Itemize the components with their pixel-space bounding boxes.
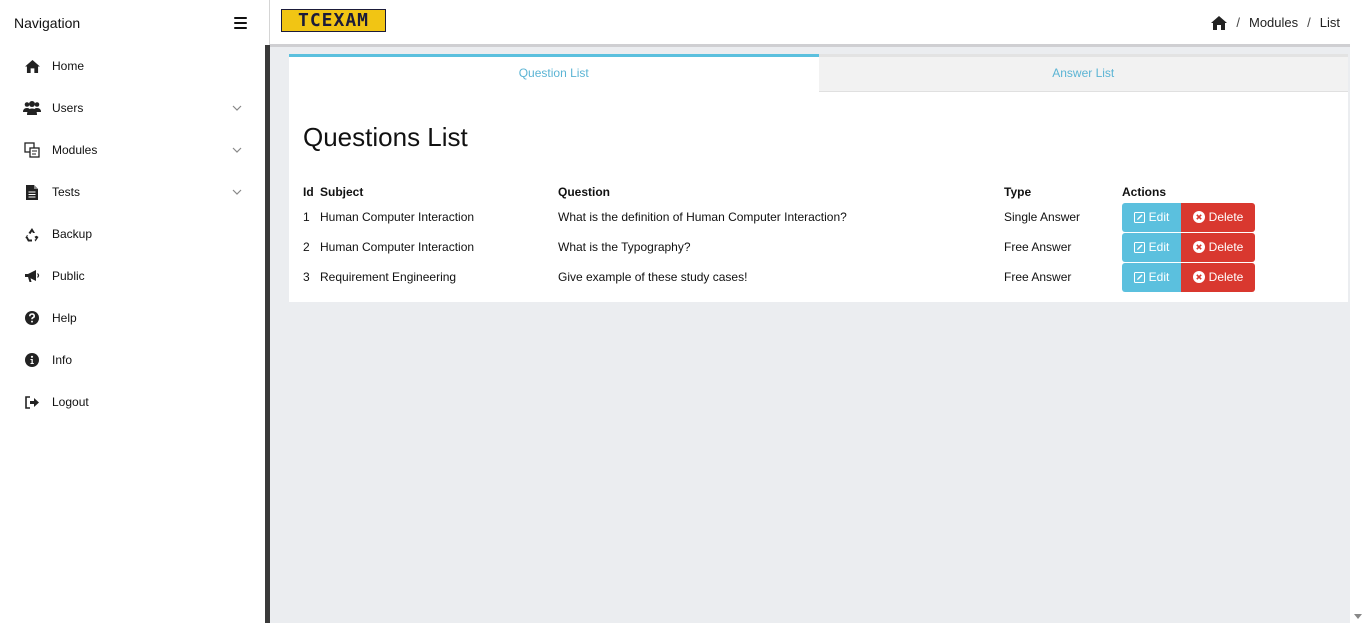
cell-id: 1	[303, 210, 310, 224]
cell-type: Single Answer	[1004, 210, 1081, 224]
edit-label: Edit	[1148, 240, 1170, 254]
cell-question: What is the definition of Human Computer…	[558, 210, 847, 224]
cell-subject: Requirement Engineering	[320, 270, 457, 284]
cell-id: 2	[303, 240, 310, 254]
app-logo[interactable]: TCEXAM	[281, 9, 386, 32]
sidebar-item-label: Backup	[52, 227, 93, 241]
delete-button[interactable]: Delete	[1181, 262, 1255, 292]
nav-list: Home Users Modules Tests Backup Public H…	[0, 45, 266, 423]
table-header-row: Id Subject Question Type Actions	[301, 182, 1260, 202]
table-row: 2 Human Computer Interaction What is the…	[301, 232, 1260, 262]
main-content: Question List Answer List Questions List…	[270, 47, 1350, 623]
column-header-question: Question	[558, 185, 611, 199]
chevron-down-icon	[232, 147, 242, 153]
vertical-scrollbar[interactable]	[1350, 0, 1366, 623]
question-circle-icon	[23, 310, 41, 326]
megaphone-icon	[23, 268, 41, 284]
action-buttons: Edit Delete	[1122, 202, 1258, 232]
breadcrumb-separator: /	[1307, 15, 1311, 30]
cell-type: Free Answer	[1004, 240, 1072, 254]
sign-out-icon	[23, 394, 41, 410]
cell-actions: Edit Delete	[1120, 202, 1260, 232]
cell-subject: Human Computer Interaction	[320, 210, 475, 224]
content-card: Question List Answer List Questions List…	[289, 54, 1348, 302]
breadcrumb-home-icon[interactable]	[1211, 15, 1228, 30]
sidebar-item-home[interactable]: Home	[0, 45, 266, 87]
cell-id: 3	[303, 270, 310, 284]
action-buttons: Edit Delete	[1122, 232, 1258, 262]
chevron-down-icon	[232, 189, 242, 195]
sidebar-item-label: Info	[52, 353, 73, 367]
cell-question: What is the Typography?	[558, 240, 691, 254]
delete-label: Delete	[1208, 210, 1244, 224]
tab-question-list[interactable]: Question List	[289, 54, 819, 92]
cell-actions: Edit Delete	[1120, 262, 1260, 292]
sidebar-item-public[interactable]: Public	[0, 255, 266, 297]
sidebar-item-info[interactable]: Info	[0, 339, 266, 381]
questions-table: Id Subject Question Type Actions 1 Human…	[301, 182, 1260, 292]
cell-question: Give example of these study cases!	[558, 270, 748, 284]
edit-label: Edit	[1148, 210, 1170, 224]
column-header-type: Type	[1004, 185, 1032, 199]
sidebar-title: Navigation	[14, 14, 81, 31]
tab-answer-list[interactable]: Answer List	[818, 54, 1348, 92]
top-bar: TCEXAM / Modules / List	[270, 0, 1350, 45]
times-circle-icon	[1192, 271, 1205, 283]
edit-icon	[1133, 241, 1145, 253]
sidebar-item-label: Users	[52, 101, 84, 115]
edit-label: Edit	[1148, 270, 1170, 284]
recycle-icon	[23, 226, 41, 242]
column-header-actions: Actions	[1122, 185, 1167, 199]
cell-subject: Human Computer Interaction	[320, 240, 475, 254]
sidebar-item-modules[interactable]: Modules	[0, 129, 266, 171]
action-buttons: Edit Delete	[1122, 262, 1258, 292]
breadcrumb-item-modules[interactable]: Modules	[1249, 15, 1298, 30]
column-header-subject: Subject	[320, 185, 364, 199]
sidebar-item-label: Tests	[52, 185, 81, 199]
table-row: 3 Requirement Engineering Give example o…	[301, 262, 1260, 292]
sidebar-item-label: Modules	[52, 143, 98, 157]
table-row: 1 Human Computer Interaction What is the…	[301, 202, 1260, 232]
users-icon	[23, 100, 41, 116]
info-circle-icon	[23, 352, 41, 368]
file-icon	[23, 184, 41, 200]
sidebar-item-label: Logout	[52, 395, 89, 409]
home-icon	[23, 58, 41, 74]
modules-icon	[23, 142, 41, 158]
sidebar-item-users[interactable]: Users	[0, 87, 266, 129]
sidebar-item-label: Home	[52, 59, 85, 73]
scroll-down-arrow-icon[interactable]	[1354, 614, 1362, 619]
chevron-down-icon	[232, 105, 242, 111]
cell-type: Free Answer	[1004, 270, 1072, 284]
sidebar-item-logout[interactable]: Logout	[0, 381, 266, 423]
tab-bar: Question List Answer List	[289, 54, 1348, 92]
sidebar-item-label: Public	[52, 269, 85, 283]
edit-icon	[1133, 211, 1145, 223]
breadcrumb: / Modules / List	[1211, 0, 1340, 45]
delete-label: Delete	[1208, 240, 1244, 254]
column-header-id: Id	[303, 185, 314, 199]
delete-label: Delete	[1208, 270, 1244, 284]
edit-button[interactable]: Edit	[1122, 202, 1181, 232]
breadcrumb-separator: /	[1236, 15, 1240, 30]
times-circle-icon	[1192, 241, 1205, 253]
breadcrumb-item-current: List	[1319, 15, 1340, 30]
sidebar-item-label: Help	[52, 311, 77, 325]
edit-button[interactable]: Edit	[1122, 232, 1181, 262]
page-title: Questions List	[303, 122, 468, 152]
cell-actions: Edit Delete	[1120, 232, 1260, 262]
sidebar-item-backup[interactable]: Backup	[0, 213, 266, 255]
sidebar: Navigation Home Users Modules Tests Back…	[0, 0, 270, 623]
edit-icon	[1133, 271, 1145, 283]
delete-button[interactable]: Delete	[1181, 202, 1255, 232]
menu-toggle-icon[interactable]	[234, 16, 247, 29]
sidebar-header: Navigation	[0, 0, 270, 45]
edit-button[interactable]: Edit	[1122, 262, 1181, 292]
delete-button[interactable]: Delete	[1181, 232, 1255, 262]
sidebar-item-tests[interactable]: Tests	[0, 171, 266, 213]
times-circle-icon	[1192, 211, 1205, 223]
logo-text: TCEXAM	[297, 10, 370, 31]
sidebar-item-help[interactable]: Help	[0, 297, 266, 339]
